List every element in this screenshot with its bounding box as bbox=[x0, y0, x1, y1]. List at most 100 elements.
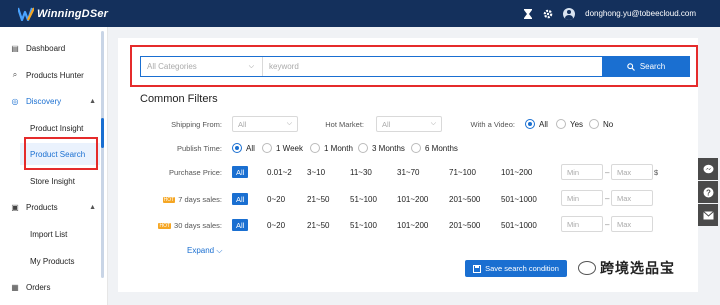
document-icon: ▦ bbox=[11, 282, 19, 292]
sidebar-item-products[interactable]: ▣ Products ▲ bbox=[0, 197, 108, 217]
hot-badge-icon: HOT bbox=[162, 197, 176, 204]
price-option-all[interactable]: All bbox=[232, 166, 249, 178]
expand-filters-link[interactable]: Expand ⌵ bbox=[187, 246, 222, 256]
price-option[interactable]: 31~70 bbox=[397, 168, 419, 177]
publish-option-6-months[interactable]: 6 Months bbox=[411, 143, 458, 153]
sidebar-item-label: Store Insight bbox=[30, 176, 75, 186]
highlight-box-product-search bbox=[24, 137, 98, 170]
hot-market-select[interactable]: All ⌵ bbox=[376, 116, 442, 132]
sales-30-days-label-text: 30 days sales: bbox=[174, 221, 222, 230]
radio-label: 1 Month bbox=[324, 143, 353, 153]
sidebar-item-product-insight[interactable]: Product Insight bbox=[20, 117, 100, 139]
save-button-label: Save search condition bbox=[485, 264, 559, 273]
sales-7-min-input[interactable]: Min bbox=[561, 190, 603, 206]
app-logo[interactable]: WinningDSer bbox=[16, 7, 109, 21]
range-separator: – bbox=[605, 220, 610, 229]
sales-7-option[interactable]: 201~500 bbox=[449, 195, 480, 204]
sidebar-item-orders[interactable]: ▦ Orders bbox=[0, 277, 108, 297]
common-filters-title: Common Filters bbox=[140, 93, 218, 105]
sidebar-item-store-insight[interactable]: Store Insight bbox=[20, 170, 100, 192]
sidebar-scrollbar-track[interactable] bbox=[101, 31, 104, 278]
sales-30-min-input[interactable]: Min bbox=[561, 216, 603, 232]
shipping-from-label: Shipping From: bbox=[171, 120, 222, 129]
search-icon: ⌕ bbox=[12, 70, 18, 79]
radio-icon bbox=[358, 143, 368, 153]
sales-30-option[interactable]: 21~50 bbox=[307, 221, 329, 230]
help-icon[interactable]: ? bbox=[698, 181, 718, 203]
radio-selected-icon bbox=[232, 143, 242, 153]
price-max-input[interactable]: Max bbox=[611, 164, 653, 180]
sales-30-option[interactable]: 101~200 bbox=[397, 221, 428, 230]
sales-30-option[interactable]: 51~100 bbox=[350, 221, 377, 230]
hot-market-label: Hot Market: bbox=[325, 120, 364, 129]
radio-icon bbox=[262, 143, 272, 153]
save-search-condition-button[interactable]: Save search condition bbox=[465, 260, 567, 277]
chevron-down-icon: ⌵ bbox=[216, 246, 223, 255]
expand-label: Expand bbox=[187, 246, 215, 255]
publish-option-all[interactable]: All bbox=[232, 143, 255, 153]
sidebar-item-label: Products Hunter bbox=[26, 70, 84, 80]
video-option-all[interactable]: All bbox=[525, 119, 548, 129]
price-option[interactable]: 11~30 bbox=[350, 168, 372, 177]
radio-selected-icon bbox=[525, 119, 535, 129]
range-separator: – bbox=[605, 194, 610, 203]
video-option-no[interactable]: No bbox=[589, 119, 613, 129]
messenger-icon[interactable] bbox=[698, 158, 718, 180]
sales-30-option[interactable]: 201~500 bbox=[449, 221, 480, 230]
sidebar-item-dashboard[interactable]: ▤ Dashboard bbox=[0, 38, 108, 58]
sales-7-option-all[interactable]: All bbox=[232, 193, 249, 205]
sidebar-item-discovery[interactable]: ◎ Discovery ▲ bbox=[0, 91, 108, 111]
radio-icon bbox=[411, 143, 421, 153]
dashboard-icon: ▤ bbox=[11, 43, 19, 53]
sidebar-item-label: Discovery bbox=[26, 96, 62, 106]
app-name: WinningDSer bbox=[37, 7, 109, 20]
sales-30-option[interactable]: 501~1000 bbox=[501, 221, 537, 230]
radio-label: All bbox=[539, 119, 548, 129]
wechat-icon bbox=[578, 261, 596, 275]
radio-label: Yes bbox=[570, 119, 584, 129]
sales-7-days-label-text: 7 days sales: bbox=[178, 195, 222, 204]
radio-icon bbox=[556, 119, 566, 129]
compass-icon: ◎ bbox=[11, 96, 19, 106]
sales-7-option[interactable]: 21~50 bbox=[307, 195, 329, 204]
publish-option-1-week[interactable]: 1 Week bbox=[262, 143, 303, 153]
shipping-from-select[interactable]: All ⌵ bbox=[232, 116, 298, 132]
svg-text:?: ? bbox=[706, 188, 711, 197]
sidebar-item-import-list[interactable]: Import List bbox=[20, 223, 100, 245]
publish-option-3-months[interactable]: 3 Months bbox=[358, 143, 405, 153]
radio-label: No bbox=[603, 119, 614, 129]
video-option-yes[interactable]: Yes bbox=[556, 119, 583, 129]
price-option[interactable]: 3~10 bbox=[307, 168, 325, 177]
mail-icon[interactable] bbox=[698, 204, 718, 226]
sales-7-option[interactable]: 0~20 bbox=[267, 195, 285, 204]
hourglass-icon[interactable] bbox=[523, 8, 533, 19]
publish-option-1-month[interactable]: 1 Month bbox=[310, 143, 353, 153]
sales-30-option[interactable]: 0~20 bbox=[267, 221, 285, 230]
sidebar-item-products-hunter[interactable]: ⌕ Products Hunter bbox=[0, 65, 108, 85]
currency-symbol: $ bbox=[654, 168, 659, 177]
gear-icon[interactable] bbox=[543, 9, 553, 19]
radio-label: 1 Week bbox=[276, 143, 303, 153]
hot-badge-icon: HOT bbox=[158, 223, 172, 230]
sidebar-item-my-products[interactable]: My Products bbox=[20, 250, 100, 272]
top-navigation-bar: WinningDSer donghong.yu@tobeecloud.com bbox=[0, 0, 720, 27]
user-email[interactable]: donghong.yu@tobeecloud.com bbox=[585, 9, 696, 18]
with-video-label: With a Video: bbox=[470, 120, 515, 129]
sales-30-max-input[interactable]: Max bbox=[611, 216, 653, 232]
price-min-input[interactable]: Min bbox=[561, 164, 603, 180]
sales-7-option[interactable]: 101~200 bbox=[397, 195, 428, 204]
radio-label: 6 Months bbox=[425, 143, 458, 153]
sales-30-option-all[interactable]: All bbox=[232, 219, 249, 231]
price-option[interactable]: 71~100 bbox=[449, 168, 476, 177]
sales-7-option[interactable]: 501~1000 bbox=[501, 195, 537, 204]
watermark-text: 跨境选品宝 bbox=[600, 261, 675, 277]
sales-7-option[interactable]: 51~100 bbox=[350, 195, 377, 204]
sidebar-scrollbar-thumb[interactable] bbox=[101, 118, 104, 148]
user-avatar-icon[interactable] bbox=[563, 7, 576, 20]
price-option[interactable]: 0.01~2 bbox=[267, 168, 292, 177]
radio-icon bbox=[589, 119, 599, 129]
price-option[interactable]: 101~200 bbox=[501, 168, 532, 177]
sidebar-item-label: Product Insight bbox=[30, 123, 84, 133]
sales-7-max-input[interactable]: Max bbox=[611, 190, 653, 206]
sidebar-item-label: Import List bbox=[30, 229, 68, 239]
